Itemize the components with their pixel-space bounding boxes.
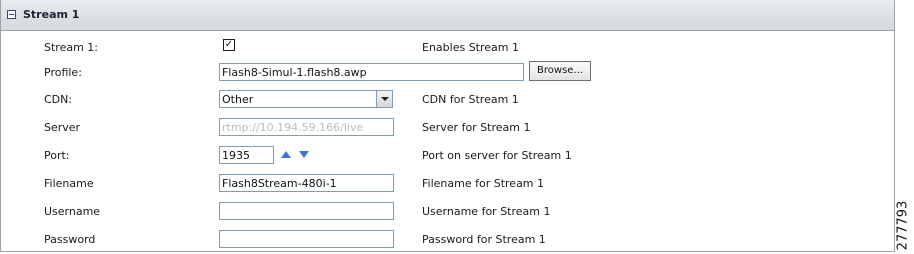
port-input[interactable]: 1935 (219, 146, 274, 164)
server-desc: Server for Stream 1 (422, 121, 531, 134)
row-stream-enable: Stream 1: ✓ Enables Stream 1 (1, 37, 894, 59)
row-cdn: CDN: Other CDN for Stream 1 (1, 90, 894, 112)
arrow-up-icon[interactable] (281, 151, 291, 158)
username-label: Username (44, 205, 101, 218)
password-label: Password (44, 233, 96, 246)
section-header[interactable]: Stream 1 (1, 0, 894, 31)
server-input: rtmp://10.194.59.166/live (219, 118, 394, 136)
cdn-label: CDN: (44, 93, 73, 106)
username-desc: Username for Stream 1 (422, 205, 551, 218)
collapse-icon[interactable] (7, 10, 16, 19)
cdn-desc: CDN for Stream 1 (422, 93, 519, 106)
cdn-select-value: Other (222, 93, 254, 106)
filename-input[interactable]: Flash8Stream-480i-1 (219, 174, 394, 192)
row-filename: Filename Flash8Stream-480i-1 Filename fo… (1, 174, 894, 196)
cdn-select[interactable]: Other (219, 90, 393, 108)
stream-enable-label: Stream 1: (44, 41, 99, 54)
arrow-down-icon[interactable] (299, 151, 309, 158)
port-label: Port: (44, 149, 70, 162)
section-title: Stream 1 (23, 8, 80, 21)
filename-desc: Filename for Stream 1 (422, 177, 545, 190)
browse-button[interactable]: Browse... (529, 61, 591, 81)
figure-id-text: 277793 (895, 200, 911, 251)
port-desc: Port on server for Stream 1 (422, 149, 572, 162)
row-profile: Profile: Flash8-Simul-1.flash8.awp Brows… (1, 61, 894, 85)
username-input[interactable] (219, 202, 394, 220)
password-desc: Password for Stream 1 (422, 233, 546, 246)
password-input[interactable] (219, 230, 394, 248)
filename-label: Filename (44, 177, 94, 190)
profile-input[interactable]: Flash8-Simul-1.flash8.awp (219, 63, 524, 81)
row-password: Password Password for Stream 1 (1, 230, 894, 252)
row-username: Username Username for Stream 1 (1, 202, 894, 224)
row-server: Server rtmp://10.194.59.166/live Server … (1, 118, 894, 140)
chevron-down-icon[interactable] (376, 91, 392, 107)
stream-panel: Stream 1 Stream 1: ✓ Enables Stream 1 Pr… (0, 0, 895, 252)
row-port: Port: 1935 Port on server for Stream 1 (1, 146, 894, 168)
stream-enable-desc: Enables Stream 1 (422, 41, 519, 54)
stream-enable-checkbox[interactable]: ✓ (223, 39, 235, 51)
figure-id: 277793 (893, 196, 913, 254)
server-label: Server (44, 121, 81, 134)
profile-label: Profile: (44, 66, 82, 79)
